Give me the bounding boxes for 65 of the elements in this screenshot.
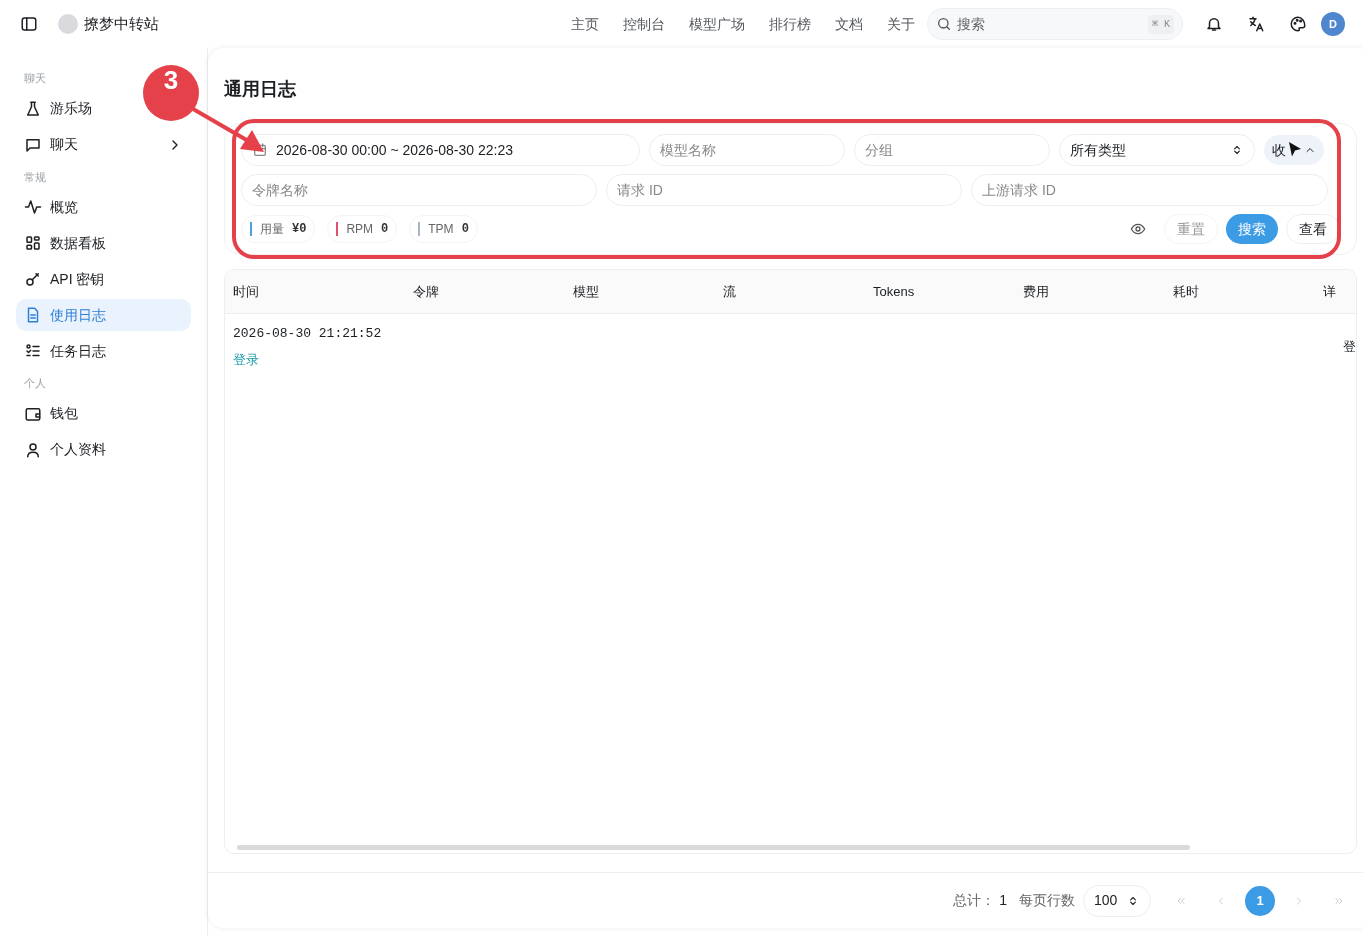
site-name[interactable]: 撩梦中转站 bbox=[84, 12, 159, 36]
column-header: 模型 bbox=[573, 283, 599, 299]
total-label: 总计： bbox=[953, 891, 996, 910]
shortcut-key: ⌘ K bbox=[1147, 14, 1174, 34]
stat-value: ¥0 bbox=[292, 221, 307, 238]
sidebar-item[interactable]: 使用日志 bbox=[16, 299, 191, 331]
column-header: 详 bbox=[1323, 283, 1336, 299]
input-field[interactable]: 请求 ID bbox=[606, 174, 962, 206]
user-icon bbox=[24, 440, 42, 459]
page-title: 通用日志 bbox=[224, 78, 297, 101]
nav-link[interactable]: 文档 bbox=[835, 13, 863, 35]
site-logo bbox=[58, 14, 78, 34]
input-field[interactable]: 分组 bbox=[854, 134, 1050, 166]
total-count: 1 bbox=[999, 891, 1007, 910]
eye-icon bbox=[1130, 221, 1146, 237]
sidebar-item[interactable]: 概览 bbox=[16, 191, 94, 223]
sidebar-item[interactable]: 任务日志 bbox=[16, 335, 122, 367]
per-page-label: 每页行数 bbox=[1019, 891, 1075, 910]
column-header: Tokens bbox=[873, 283, 915, 299]
collapse-button[interactable]: 收 bbox=[1264, 135, 1324, 165]
palette-icon bbox=[1289, 15, 1307, 33]
translate-icon bbox=[1247, 15, 1265, 33]
key-icon bbox=[24, 270, 42, 288]
search-field[interactable]: 搜索 ⌘ K bbox=[927, 8, 1183, 40]
nav-link[interactable]: 控制台 bbox=[623, 13, 665, 35]
column-header: 时间 bbox=[233, 283, 259, 299]
sidebar-icon bbox=[20, 15, 38, 33]
column-header: 耗时 bbox=[1173, 283, 1199, 299]
horizontal-scrollbar[interactable] bbox=[237, 845, 1190, 850]
sidebar-item[interactable]: API 密钥 bbox=[16, 263, 121, 295]
input-field[interactable]: 令牌名称 bbox=[241, 174, 597, 206]
stat-value: 0 bbox=[381, 221, 389, 238]
column-header: 流 bbox=[723, 283, 736, 299]
activity-icon bbox=[24, 198, 42, 216]
column-header: 令牌 bbox=[413, 283, 439, 299]
user-avatar[interactable]: D bbox=[1321, 12, 1345, 36]
nav-link[interactable]: 主页 bbox=[571, 13, 599, 35]
search-icon bbox=[936, 16, 952, 32]
sidebar-section-label: 个人 bbox=[23, 376, 47, 391]
bell-icon bbox=[1205, 15, 1223, 33]
sidebar-item[interactable]: 钱包 bbox=[16, 397, 94, 430]
grid-icon bbox=[24, 234, 42, 252]
input-field[interactable]: 模型名称 bbox=[649, 134, 845, 166]
stat-label: TPM bbox=[428, 221, 454, 238]
annotation-badge: 3 bbox=[143, 65, 199, 121]
sidebar-item[interactable]: 游乐场 bbox=[16, 92, 108, 125]
stat-value: 0 bbox=[461, 221, 469, 238]
nav-link[interactable]: 模型广场 bbox=[689, 13, 745, 35]
sidebar-section-label: 常规 bbox=[23, 169, 47, 185]
sidebar-item[interactable]: 数据看板 bbox=[16, 227, 122, 259]
search-placeholder: 搜索 bbox=[957, 14, 986, 34]
sidebar-item[interactable]: 个人资料 bbox=[16, 433, 122, 466]
log-type-link[interactable]: 登录 bbox=[233, 349, 259, 369]
flask-icon bbox=[24, 99, 42, 118]
table-cell-text: 2026-08-30 21:21:52 bbox=[233, 325, 382, 343]
sidebar-section-label: 聊天 bbox=[23, 71, 47, 86]
nav-link[interactable]: 关于 bbox=[887, 13, 915, 35]
nav-link[interactable]: 排行榜 bbox=[769, 13, 811, 35]
column-header: 费用 bbox=[1023, 283, 1049, 299]
stat-label: 用量 bbox=[260, 221, 284, 238]
stat-label: RPM bbox=[346, 221, 374, 238]
input-field[interactable]: 上游请求 ID bbox=[971, 174, 1328, 206]
cursor-icon bbox=[1287, 141, 1303, 159]
sidebar-item[interactable]: 聊天 bbox=[16, 128, 191, 161]
table-cell: 登 bbox=[1343, 339, 1356, 354]
